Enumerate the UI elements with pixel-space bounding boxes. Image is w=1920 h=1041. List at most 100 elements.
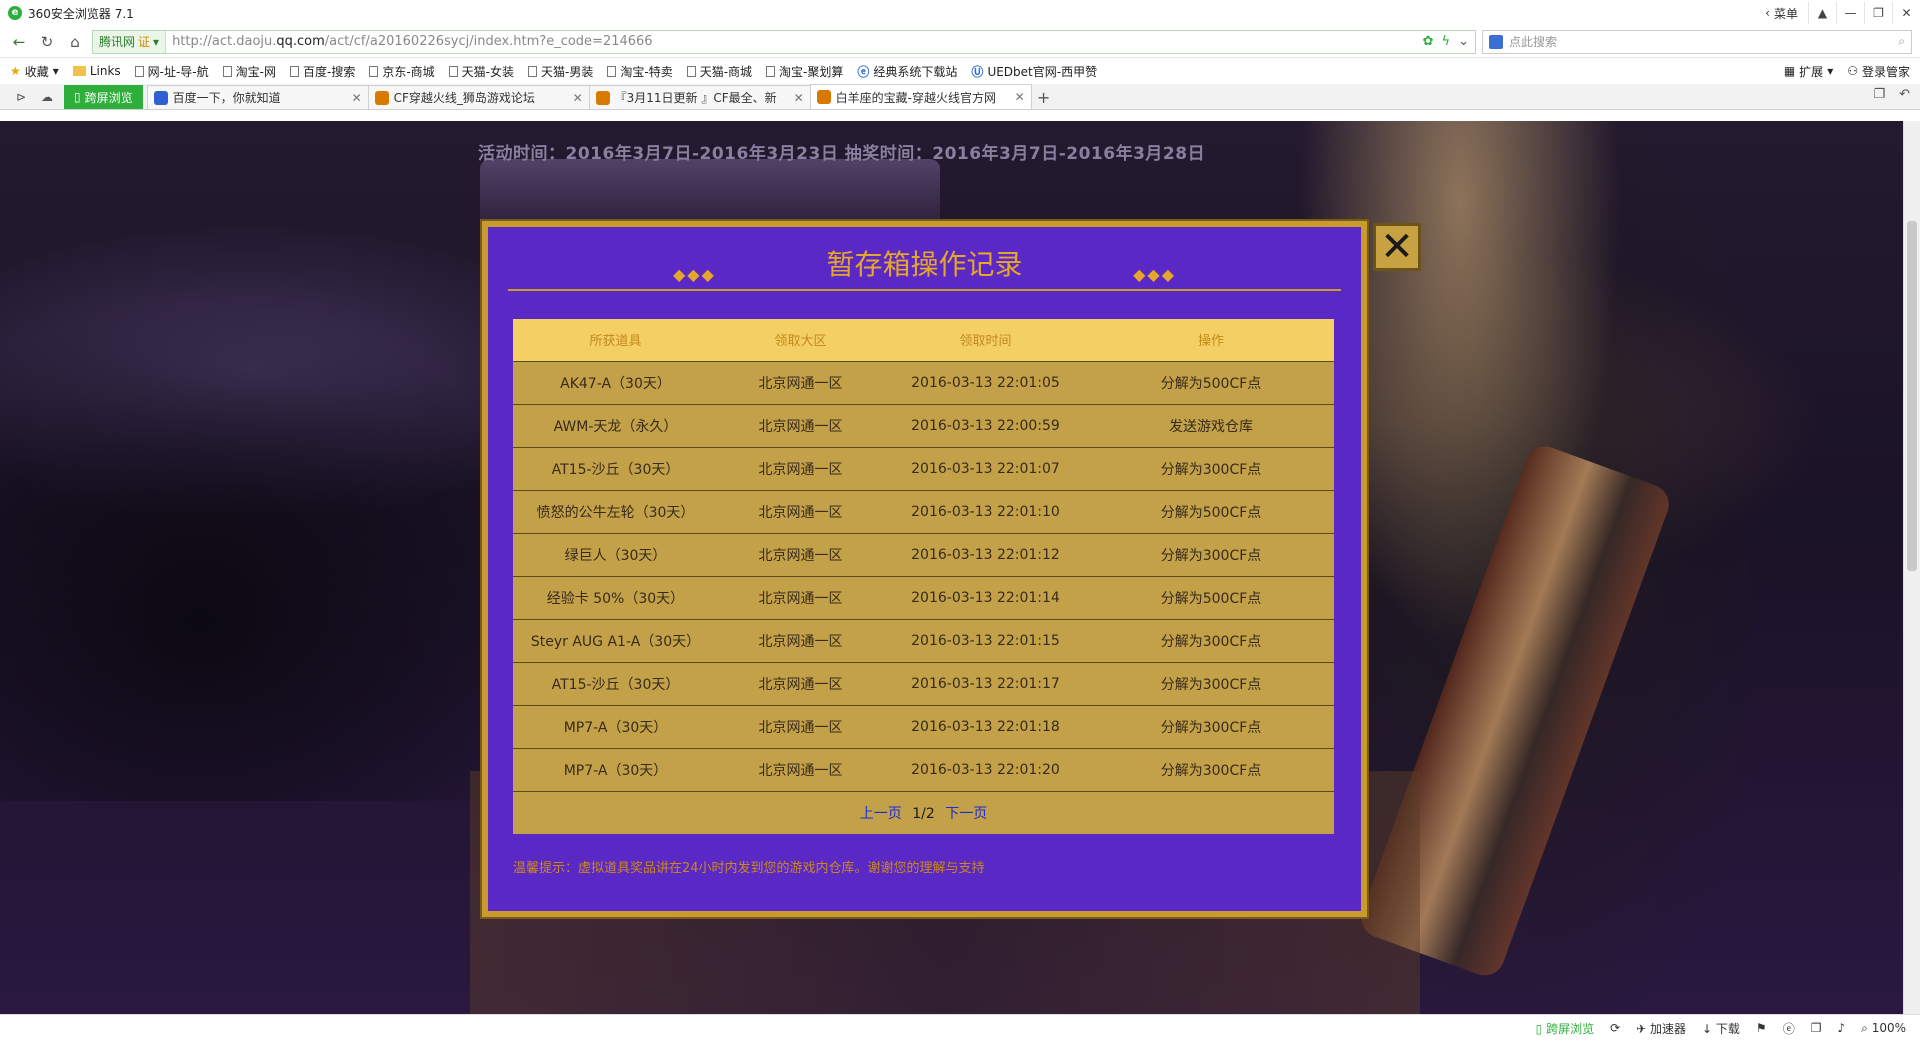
- url-dropdown-icon[interactable]: ⌄: [1458, 34, 1469, 49]
- tab-baidu[interactable]: 百度一下，你就知道 ✕: [146, 85, 369, 109]
- modal-title: 暂存箱操作记录: [826, 248, 1023, 281]
- bookmark-item[interactable]: 京东-商城: [369, 63, 435, 80]
- modal-close-button[interactable]: ✕: [1373, 223, 1421, 271]
- server-cell: 北京网通一区: [718, 489, 883, 533]
- window-icon[interactable]: ❐: [1811, 1021, 1822, 1035]
- back-button[interactable]: ←: [8, 31, 30, 53]
- page-icon: [528, 65, 538, 77]
- ie-mode-icon[interactable]: ⓔ: [1783, 1020, 1795, 1037]
- bookmark-item[interactable]: Ⓤ UEDbet官网-西甲赞: [971, 63, 1097, 80]
- modal-title-block: ◆◆◆ 暂存箱操作记录 ◆◆◆: [488, 243, 1361, 284]
- bookmark-item[interactable]: 淘宝-特卖: [607, 63, 673, 80]
- next-page-link[interactable]: 下一页: [945, 806, 987, 822]
- cross-screen-status[interactable]: ▯ 跨屏浏览: [1536, 1020, 1594, 1037]
- bookmark-item[interactable]: 天猫-商城: [686, 63, 752, 80]
- bookmark-item[interactable]: 天猫-女装: [448, 63, 514, 80]
- home-button[interactable]: ⌂: [64, 31, 86, 53]
- login-button[interactable]: ⚇ 登录管家: [1847, 63, 1910, 80]
- time-cell: 2016-03-13 22:01:17: [883, 661, 1088, 705]
- window-title: 360安全浏览器 7.1: [28, 6, 134, 21]
- sidebar-toggle-icon[interactable]: ⊳: [8, 85, 34, 109]
- phone-icon: ▯: [74, 90, 81, 104]
- table-row: Steyr AUG A1-A（30天） 北京网通一区 2016-03-13 22:0…: [513, 618, 1334, 662]
- time-cell: 2016-03-13 22:01:14: [883, 575, 1088, 619]
- server-cell: 北京网通一区: [718, 618, 883, 662]
- undo-close-icon[interactable]: ↶: [1899, 87, 1910, 102]
- prev-page-link[interactable]: 上一页: [860, 806, 902, 822]
- new-tab-button[interactable]: +: [1031, 85, 1057, 109]
- menu-button[interactable]: ‹ 菜单: [1765, 5, 1798, 22]
- table-row: AT15-沙丘（30天） 北京网通一区 2016-03-13 22:01:17 分解为…: [513, 661, 1334, 705]
- download-button[interactable]: ↓ 下载: [1702, 1020, 1740, 1037]
- tab-cf-forum[interactable]: CF穿越火线_狮岛游戏论坛 ✕: [367, 85, 590, 109]
- pager-row: 上一页 1/2 下一页: [513, 790, 1334, 834]
- activity-time: 活动时间：2016年3月7日-2016年3月23日 抽奖时间：2016年3月7日…: [478, 144, 1206, 164]
- modal-tip: 温馨提示：虚拟道具奖品讲在24小时内发到您的游戏内仓库。谢谢您的理解与支持: [513, 861, 985, 876]
- search-placeholder: 点此搜索: [1509, 35, 1558, 49]
- restore-tabs-icon[interactable]: ❐: [1873, 87, 1885, 102]
- table-row: 愤怒的公牛左轮（30天） 北京网通一区 2016-03-13 22:01:10 分解为…: [513, 489, 1334, 533]
- close-tab-icon[interactable]: ✕: [794, 91, 804, 105]
- volume-icon[interactable]: ♪: [1837, 1021, 1845, 1035]
- clean-icon[interactable]: ⟳: [1610, 1021, 1620, 1035]
- cf-favicon-icon: [595, 90, 610, 105]
- flag-icon[interactable]: ⚑: [1756, 1021, 1767, 1035]
- close-tab-icon[interactable]: ✕: [1015, 90, 1025, 104]
- bookmark-item[interactable]: 百度-搜索: [289, 63, 355, 80]
- close-window-button[interactable]: ✕: [1892, 2, 1920, 24]
- zoom-level[interactable]: ⌕ 100%: [1861, 1021, 1906, 1036]
- refresh-button[interactable]: ↻: [36, 31, 58, 53]
- tab-active-treasure[interactable]: 白羊座的宝藏-穿越火线官方网 ✕: [809, 84, 1032, 109]
- bookmark-item[interactable]: 网-址-导-航: [134, 63, 209, 80]
- action-cell: 分解为300CF点: [1088, 747, 1334, 791]
- table-row: AT15-沙丘（30天） 北京网通一区 2016-03-13 22:01:07 分解为…: [513, 446, 1334, 490]
- close-tab-icon[interactable]: ✕: [573, 91, 583, 105]
- records-table: 所获道具 领取大区 领取时间 操作 AK47-A（30天） 北京网通一区 2016-…: [513, 319, 1334, 834]
- bookmark-favorites[interactable]: ★ 收藏 ▾: [10, 63, 59, 80]
- user-icon: ⚇: [1847, 64, 1858, 78]
- page-icon: [686, 65, 696, 77]
- time-cell: 2016-03-13 22:00:59: [883, 403, 1088, 447]
- bookmark-item[interactable]: 淘宝-聚划算: [766, 63, 843, 80]
- cloud-icon[interactable]: ☁: [34, 85, 60, 109]
- page-icon: [134, 65, 144, 77]
- extensions-button[interactable]: ▦ 扩展 ▾: [1784, 63, 1833, 80]
- action-cell: 分解为300CF点: [1088, 532, 1334, 576]
- minimize-button[interactable]: —: [1836, 2, 1864, 24]
- lightning-icon[interactable]: ϟ: [1442, 34, 1451, 49]
- server-cell: 北京网通一区: [718, 661, 883, 705]
- scrollbar-thumb[interactable]: [1907, 221, 1917, 571]
- item-cell: 经验卡 50%（30天）: [513, 575, 718, 619]
- server-cell: 北京网通一区: [718, 360, 883, 404]
- record-modal: ◆◆◆ 暂存箱操作记录 ◆◆◆ 所获道具 领取大区 领取时间 操作 AK47-A…: [482, 221, 1367, 917]
- security-check-icon[interactable]: ✿: [1423, 34, 1434, 49]
- restore-button[interactable]: ❐: [1864, 2, 1892, 24]
- bookmark-item[interactable]: 淘宝-网: [222, 63, 276, 80]
- tab-cf-update[interactable]: 『3月11日更新 』CF最全、新 ✕: [588, 85, 811, 109]
- search-engine-icon[interactable]: [1489, 34, 1503, 49]
- title-divider: [508, 289, 1341, 291]
- server-cell: 北京网通一区: [718, 575, 883, 619]
- bookmark-item[interactable]: 天猫-男装: [528, 63, 593, 80]
- url-text: http://act.daoju.qq.com/act/cf/a20160226…: [172, 34, 653, 49]
- pin-icon[interactable]: ▲: [1808, 2, 1836, 24]
- bookmark-item[interactable]: ⓔ 经典系统下载站: [857, 63, 957, 80]
- search-icon[interactable]: ⌕: [1898, 34, 1905, 49]
- time-cell: 2016-03-13 22:01:10: [883, 489, 1088, 533]
- search-input[interactable]: 点此搜索 ⌕: [1482, 29, 1912, 54]
- url-input[interactable]: 腾讯网 证 ▾ http://act.daoju.qq.com/act/cf/a…: [92, 29, 1476, 54]
- action-cell: 发送游戏仓库: [1088, 403, 1334, 447]
- cross-screen-tab[interactable]: ▯ 跨屏浏览: [64, 85, 143, 109]
- server-cell: 北京网通一区: [718, 446, 883, 490]
- table-row: AK47-A（30天） 北京网通一区 2016-03-13 22:01:05 分解为5…: [513, 360, 1334, 404]
- accelerator-button[interactable]: ✈ 加速器: [1636, 1020, 1686, 1037]
- page-scrollbar[interactable]: [1903, 121, 1920, 1014]
- bookmark-bar: ★ 收藏 ▾ Links 网-址-导-航 淘宝-网 百度-搜索 京东-商城 天猫-…: [0, 58, 1920, 84]
- column-header: 领取大区: [718, 319, 883, 361]
- item-cell: AT15-沙丘（30天）: [513, 661, 718, 705]
- bookmark-links[interactable]: Links: [72, 64, 121, 78]
- site-badge[interactable]: 腾讯网 证 ▾: [93, 30, 167, 53]
- close-tab-icon[interactable]: ✕: [352, 91, 362, 105]
- item-cell: AT15-沙丘（30天）: [513, 446, 718, 490]
- page-icon: [607, 65, 617, 77]
